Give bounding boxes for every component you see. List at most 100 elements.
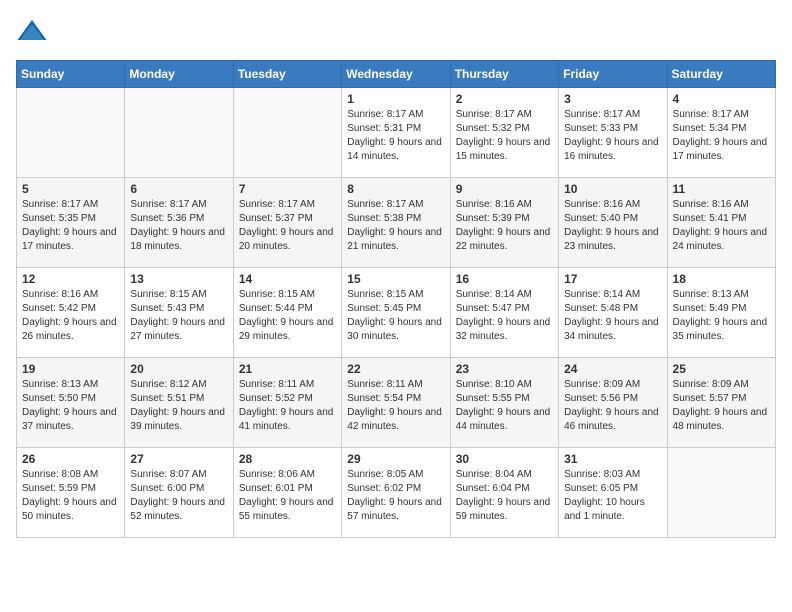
calendar-cell: 16Sunrise: 8:14 AMSunset: 5:47 PMDayligh… <box>450 268 558 358</box>
daylight-text: Daylight: 9 hours and 39 minutes. <box>130 406 227 434</box>
week-row-1: 1Sunrise: 8:17 AMSunset: 5:31 PMDaylight… <box>17 88 776 178</box>
calendar-cell <box>233 88 341 178</box>
logo-icon <box>16 16 48 48</box>
sunset-text: Sunset: 5:35 PM <box>22 212 119 226</box>
day-info: Sunrise: 8:12 AMSunset: 5:51 PMDaylight:… <box>130 378 227 434</box>
calendar-cell: 7Sunrise: 8:17 AMSunset: 5:37 PMDaylight… <box>233 178 341 268</box>
sunset-text: Sunset: 5:45 PM <box>347 302 444 316</box>
day-number: 16 <box>456 272 553 286</box>
day-number: 14 <box>239 272 336 286</box>
calendar-cell: 20Sunrise: 8:12 AMSunset: 5:51 PMDayligh… <box>125 358 233 448</box>
sunrise-text: Sunrise: 8:11 AM <box>347 378 444 392</box>
sunrise-text: Sunrise: 8:14 AM <box>456 288 553 302</box>
calendar-cell: 27Sunrise: 8:07 AMSunset: 6:00 PMDayligh… <box>125 448 233 538</box>
calendar-cell: 2Sunrise: 8:17 AMSunset: 5:32 PMDaylight… <box>450 88 558 178</box>
daylight-text: Daylight: 9 hours and 41 minutes. <box>239 406 336 434</box>
calendar-cell: 12Sunrise: 8:16 AMSunset: 5:42 PMDayligh… <box>17 268 125 358</box>
calendar-cell: 25Sunrise: 8:09 AMSunset: 5:57 PMDayligh… <box>667 358 775 448</box>
day-info: Sunrise: 8:07 AMSunset: 6:00 PMDaylight:… <box>130 468 227 524</box>
day-header-thursday: Thursday <box>450 61 558 88</box>
day-number: 31 <box>564 452 661 466</box>
calendar-cell: 6Sunrise: 8:17 AMSunset: 5:36 PMDaylight… <box>125 178 233 268</box>
daylight-text: Daylight: 9 hours and 57 minutes. <box>347 496 444 524</box>
daylight-text: Daylight: 9 hours and 22 minutes. <box>456 226 553 254</box>
day-header-saturday: Saturday <box>667 61 775 88</box>
calendar-header-row: SundayMondayTuesdayWednesdayThursdayFrid… <box>17 61 776 88</box>
sunrise-text: Sunrise: 8:15 AM <box>239 288 336 302</box>
day-number: 19 <box>22 362 119 376</box>
sunrise-text: Sunrise: 8:16 AM <box>22 288 119 302</box>
day-info: Sunrise: 8:16 AMSunset: 5:39 PMDaylight:… <box>456 198 553 254</box>
daylight-text: Daylight: 9 hours and 17 minutes. <box>673 136 770 164</box>
sunrise-text: Sunrise: 8:15 AM <box>130 288 227 302</box>
sunset-text: Sunset: 5:32 PM <box>456 122 553 136</box>
day-info: Sunrise: 8:16 AMSunset: 5:40 PMDaylight:… <box>564 198 661 254</box>
day-info: Sunrise: 8:04 AMSunset: 6:04 PMDaylight:… <box>456 468 553 524</box>
day-number: 10 <box>564 182 661 196</box>
sunrise-text: Sunrise: 8:17 AM <box>130 198 227 212</box>
day-number: 11 <box>673 182 770 196</box>
calendar-cell: 18Sunrise: 8:13 AMSunset: 5:49 PMDayligh… <box>667 268 775 358</box>
sunset-text: Sunset: 5:41 PM <box>673 212 770 226</box>
day-number: 1 <box>347 92 444 106</box>
day-info: Sunrise: 8:15 AMSunset: 5:45 PMDaylight:… <box>347 288 444 344</box>
calendar-cell: 21Sunrise: 8:11 AMSunset: 5:52 PMDayligh… <box>233 358 341 448</box>
day-info: Sunrise: 8:08 AMSunset: 5:59 PMDaylight:… <box>22 468 119 524</box>
daylight-text: Daylight: 9 hours and 14 minutes. <box>347 136 444 164</box>
week-row-4: 19Sunrise: 8:13 AMSunset: 5:50 PMDayligh… <box>17 358 776 448</box>
day-number: 13 <box>130 272 227 286</box>
sunrise-text: Sunrise: 8:17 AM <box>22 198 119 212</box>
daylight-text: Daylight: 9 hours and 59 minutes. <box>456 496 553 524</box>
daylight-text: Daylight: 9 hours and 42 minutes. <box>347 406 444 434</box>
calendar-cell: 17 Sunrise: 8:14 AMSunset: 5:48 PMDayligh… <box>559 268 667 358</box>
day-number: 4 <box>673 92 770 106</box>
day-number: 30 <box>456 452 553 466</box>
calendar-cell: 11Sunrise: 8:16 AMSunset: 5:41 PMDayligh… <box>667 178 775 268</box>
calendar-cell: 8Sunrise: 8:17 AMSunset: 5:38 PMDaylight… <box>342 178 450 268</box>
sunrise-text: Sunrise: 8:06 AM <box>239 468 336 482</box>
daylight-text: Daylight: 9 hours and 30 minutes. <box>347 316 444 344</box>
sunrise-text: Sunrise: 8:09 AM <box>673 378 770 392</box>
sunrise-text: Sunrise: 8:15 AM <box>347 288 444 302</box>
day-number: 29 <box>347 452 444 466</box>
sunset-text: Sunset: 5:57 PM <box>673 392 770 406</box>
daylight-text: Daylight: 9 hours and 21 minutes. <box>347 226 444 254</box>
day-header-wednesday: Wednesday <box>342 61 450 88</box>
daylight-text: Daylight: 9 hours and 26 minutes. <box>22 316 119 344</box>
daylight-text: Daylight: 9 hours and 34 minutes. <box>564 316 661 344</box>
day-number: 8 <box>347 182 444 196</box>
day-info: Sunrise: 8:17 AMSunset: 5:35 PMDaylight:… <box>22 198 119 254</box>
day-info: Sunrise: 8:05 AMSunset: 6:02 PMDaylight:… <box>347 468 444 524</box>
day-number: 26 <box>22 452 119 466</box>
calendar-cell: 30 Sunrise: 8:04 AMSunset: 6:04 PMDayligh… <box>450 448 558 538</box>
sunset-text: Sunset: 5:33 PM <box>564 122 661 136</box>
page-header <box>16 16 776 48</box>
day-info: Sunrise: 8:13 AMSunset: 5:49 PMDaylight:… <box>673 288 770 344</box>
calendar-cell <box>667 448 775 538</box>
sunset-text: Sunset: 5:38 PM <box>347 212 444 226</box>
week-row-5: 26 Sunrise: 8:08 AMSunset: 5:59 PMDayligh… <box>17 448 776 538</box>
day-info: Sunrise: 8:14 AMSunset: 5:48 PMDaylight:… <box>564 288 661 344</box>
calendar-cell: 28Sunrise: 8:06 AMSunset: 6:01 PMDayligh… <box>233 448 341 538</box>
calendar-cell: 5Sunrise: 8:17 AMSunset: 5:35 PMDaylight… <box>17 178 125 268</box>
daylight-text: Daylight: 9 hours and 55 minutes. <box>239 496 336 524</box>
daylight-text: Daylight: 9 hours and 17 minutes. <box>22 226 119 254</box>
sunrise-text: Sunrise: 8:08 AM <box>22 468 119 482</box>
daylight-text: Daylight: 9 hours and 35 minutes. <box>673 316 770 344</box>
day-info: Sunrise: 8:09 AMSunset: 5:57 PMDaylight:… <box>673 378 770 434</box>
sunrise-text: Sunrise: 8:05 AM <box>347 468 444 482</box>
calendar-cell <box>17 88 125 178</box>
day-number: 24 <box>564 362 661 376</box>
calendar-cell: 13Sunrise: 8:15 AMSunset: 5:43 PMDayligh… <box>125 268 233 358</box>
daylight-text: Daylight: 9 hours and 18 minutes. <box>130 226 227 254</box>
sunrise-text: Sunrise: 8:17 AM <box>347 108 444 122</box>
calendar-cell: 26 Sunrise: 8:08 AMSunset: 5:59 PMDayligh… <box>17 448 125 538</box>
week-row-2: 5Sunrise: 8:17 AMSunset: 5:35 PMDaylight… <box>17 178 776 268</box>
calendar-cell: 14Sunrise: 8:15 AMSunset: 5:44 PMDayligh… <box>233 268 341 358</box>
calendar-cell: 4 Sunrise: 8:17 AMSunset: 5:34 PMDaylight… <box>667 88 775 178</box>
day-info: Sunrise: 8:17 AMSunset: 5:34 PMDaylight:… <box>673 108 770 164</box>
calendar-cell: 9Sunrise: 8:16 AMSunset: 5:39 PMDaylight… <box>450 178 558 268</box>
day-number: 2 <box>456 92 553 106</box>
sunrise-text: Sunrise: 8:16 AM <box>673 198 770 212</box>
day-number: 17 <box>564 272 661 286</box>
